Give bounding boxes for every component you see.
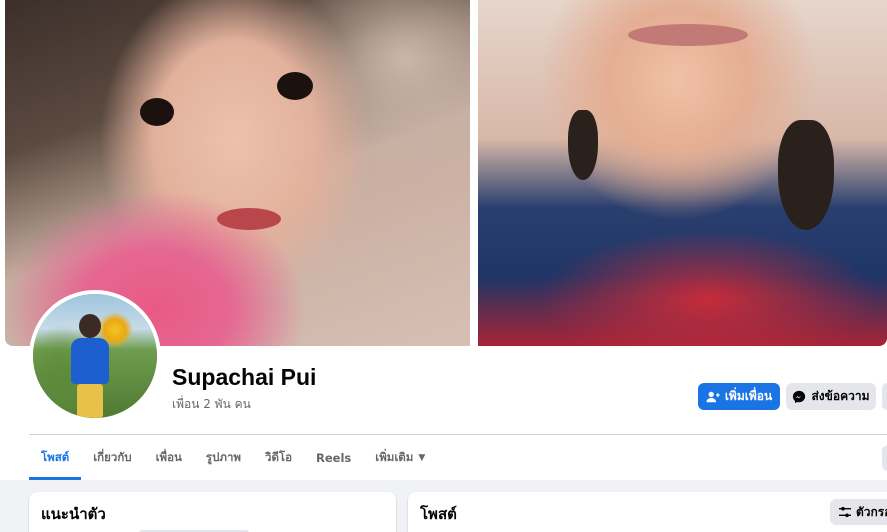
messenger-icon (792, 390, 806, 404)
cover-photo-divider (470, 0, 478, 346)
tab-photos[interactable]: รูปภาพ (194, 436, 253, 480)
profile-name: Supachai Pui (172, 364, 317, 390)
avatar[interactable] (29, 290, 161, 422)
tab-about[interactable]: เกี่ยวกับ (81, 436, 143, 480)
tab-more[interactable]: เพิ่มเติม ▼ (363, 436, 437, 480)
caret-down-icon: ▼ (418, 453, 426, 463)
intro-title: แนะนำตัว (41, 505, 106, 523)
header-divider (29, 434, 887, 435)
tab-videos[interactable]: วิดีโอ (253, 436, 304, 480)
message-label: ส่งข้อความ (811, 389, 870, 403)
posts-title: โพสต์ (420, 505, 457, 523)
add-friend-label: เพิ่มเพื่อน (724, 389, 773, 403)
tab-posts[interactable]: โพสต์ (29, 436, 82, 480)
intro-card: แนะนำตัว (29, 492, 396, 532)
tab-friends[interactable]: เพื่อน (144, 436, 194, 480)
tab-reels[interactable]: Reels (304, 436, 363, 480)
profile-page: Supachai Pui เพื่อน 2 พัน คน เพิ่มเพื่อน… (0, 0, 887, 532)
filter-label: ตัวกรอง (856, 504, 887, 519)
sliders-icon (839, 506, 851, 518)
tabs-overflow-button[interactable] (882, 445, 887, 471)
filter-button[interactable]: ตัวกรอง (830, 499, 887, 525)
add-friend-button[interactable]: เพิ่มเพื่อน (698, 383, 780, 410)
friend-count[interactable]: เพื่อน 2 พัน คน (172, 395, 251, 414)
posts-card: โพสต์ ตัวกรอง (408, 492, 887, 532)
profile-tabs: โพสต์ เกี่ยวกับ เพื่อน รูปภาพ วิดีโอ Ree… (29, 436, 437, 480)
more-actions-button[interactable] (882, 383, 887, 410)
cover-photo-right (478, 0, 887, 346)
avatar-photo (33, 294, 157, 418)
person-add-icon (706, 390, 720, 404)
message-button[interactable]: ส่งข้อความ (786, 383, 876, 410)
